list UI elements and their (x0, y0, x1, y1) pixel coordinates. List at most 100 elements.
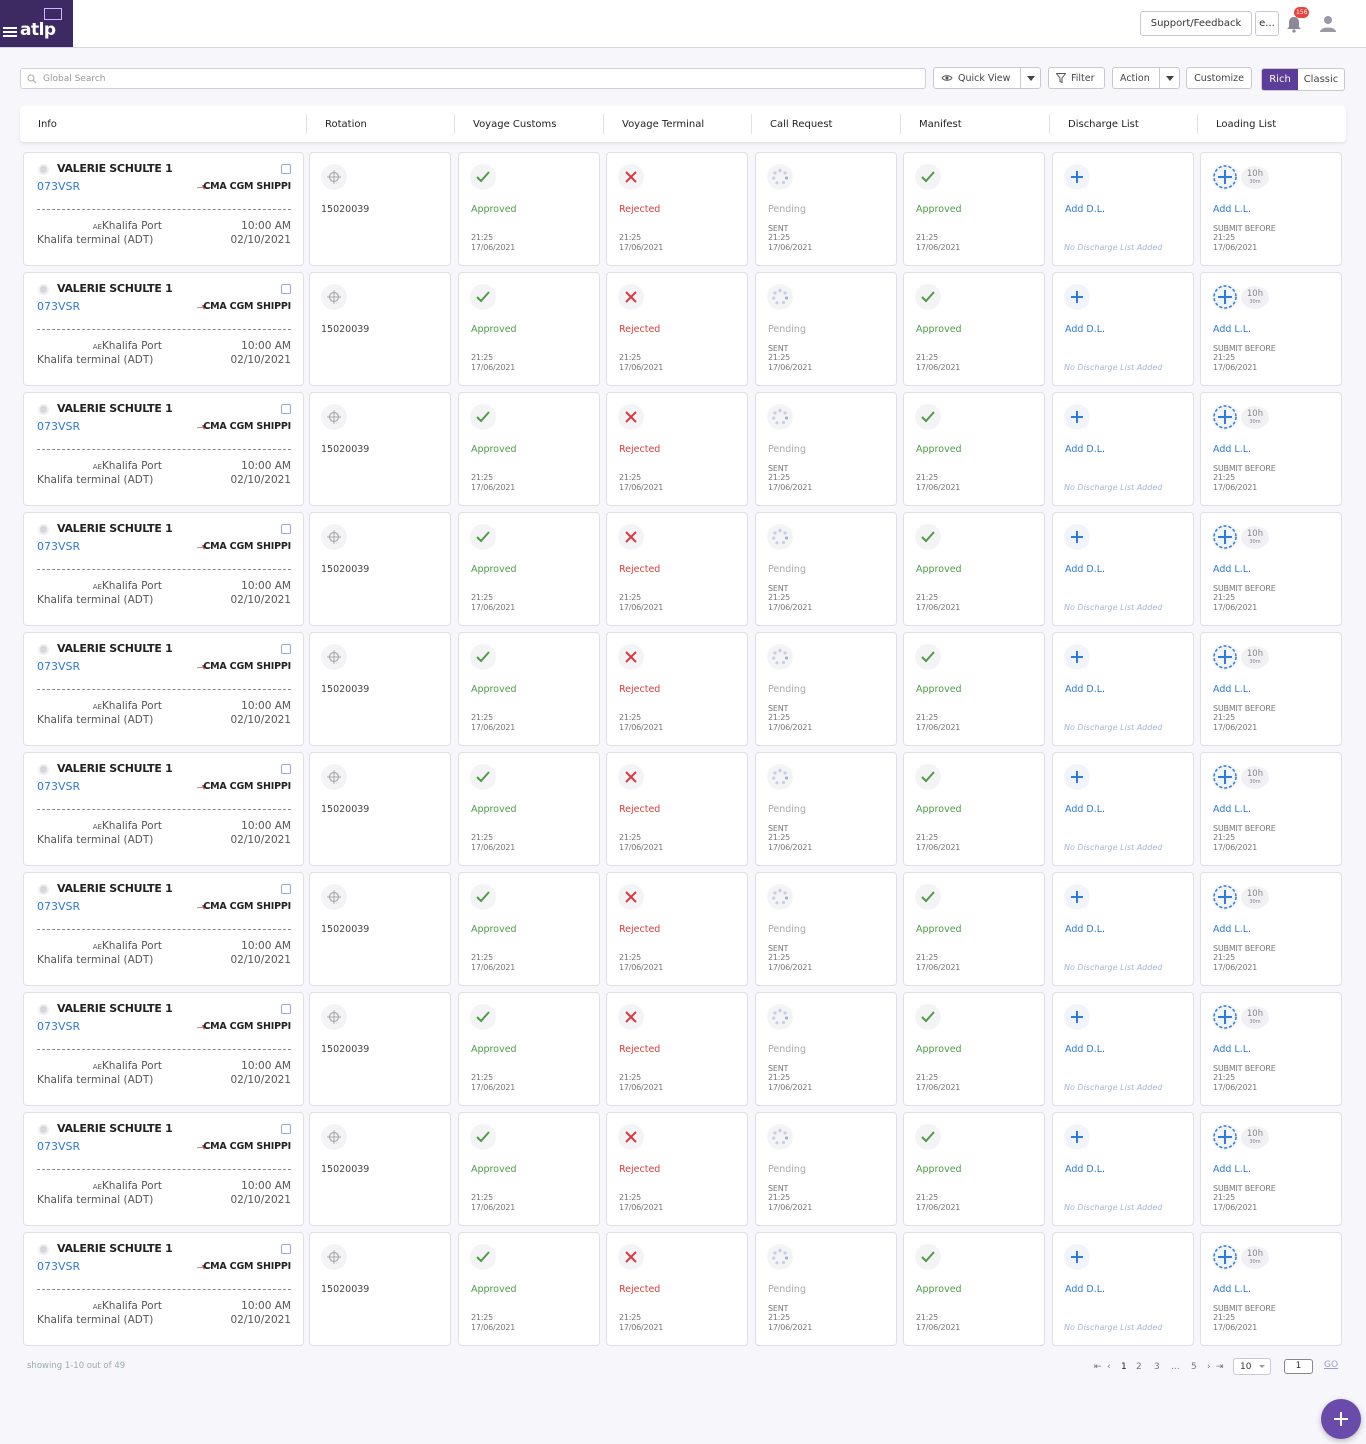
info-card[interactable]: VALERIE SCHULTE 1 073VSR CMA CGM SHIPPI … (23, 1232, 304, 1346)
rotation-number[interactable]: 15020039 (321, 564, 369, 575)
rotation-number[interactable]: 15020039 (321, 684, 369, 695)
row-checkbox[interactable] (281, 404, 291, 414)
rotation-card[interactable]: 15020039 (309, 872, 451, 986)
vessel-name[interactable]: VALERIE SCHULTE 1 (57, 1242, 173, 1255)
rotation-card[interactable]: 15020039 (309, 992, 451, 1106)
voyage-code-link[interactable]: 073VSR (37, 660, 80, 673)
add-ll-link[interactable]: Add L.L. (1213, 684, 1251, 695)
call-request-card[interactable]: Pending SENT 21:25 17/06/2021 (755, 392, 897, 506)
plus-dashed-icon[interactable] (1212, 524, 1238, 550)
info-card[interactable]: VALERIE SCHULTE 1 073VSR CMA CGM SHIPPI … (23, 512, 304, 626)
prev-page-icon[interactable]: ‹ (1107, 1362, 1111, 1372)
row-checkbox[interactable] (281, 164, 291, 174)
loading-list-card[interactable]: 10h 30m Add L.L. SUBMIT BEFORE 21:25 17/06/… (1200, 1112, 1342, 1226)
action-caret[interactable] (1159, 68, 1179, 88)
plus-dashed-icon[interactable] (1212, 1124, 1238, 1150)
support-feedback-button[interactable]: Support/Feedback (1140, 11, 1252, 36)
plus-icon[interactable] (1064, 404, 1090, 430)
info-card[interactable]: VALERIE SCHULTE 1 073VSR CMA CGM SHIPPI … (23, 632, 304, 746)
voyage-customs-card[interactable]: Approved 21:25 17/06/2021 (458, 1112, 600, 1226)
rotation-card[interactable]: 15020039 (309, 1232, 451, 1346)
page-1-link[interactable]: 1 (1121, 1362, 1127, 1372)
page-3-link[interactable]: 3 (1154, 1362, 1160, 1372)
voyage-code-link[interactable]: 073VSR (37, 780, 80, 793)
plus-icon[interactable] (1064, 764, 1090, 790)
plus-dashed-icon[interactable] (1212, 164, 1238, 190)
view-classic-button[interactable]: Classic (1298, 69, 1344, 90)
discharge-list-card[interactable]: Add D.L. No Discharge List Added (1052, 632, 1194, 746)
info-card[interactable]: VALERIE SCHULTE 1 073VSR CMA CGM SHIPPI … (23, 272, 304, 386)
plus-icon[interactable] (1064, 524, 1090, 550)
manifest-card[interactable]: Approved 21:25 17/06/2021 (903, 512, 1045, 626)
voyage-customs-card[interactable]: Approved 21:25 17/06/2021 (458, 152, 600, 266)
voyage-code-link[interactable]: 073VSR (37, 300, 80, 313)
quick-view-dropdown[interactable]: Quick View (933, 67, 1041, 89)
voyage-code-link[interactable]: 073VSR (37, 1260, 80, 1273)
user-avatar-icon[interactable] (1319, 14, 1337, 32)
last-page-icon[interactable]: ⇥ (1216, 1362, 1224, 1372)
discharge-list-card[interactable]: Add D.L. No Discharge List Added (1052, 1232, 1194, 1346)
loading-list-card[interactable]: 10h 30m Add L.L. SUBMIT BEFORE 21:25 17/06/… (1200, 872, 1342, 986)
row-checkbox[interactable] (281, 884, 291, 894)
rotation-number[interactable]: 15020039 (321, 324, 369, 335)
plus-icon[interactable] (1064, 1004, 1090, 1030)
info-card[interactable]: VALERIE SCHULTE 1 073VSR CMA CGM SHIPPI … (23, 1112, 304, 1226)
voyage-terminal-card[interactable]: Rejected 21:25 17/06/2021 (606, 512, 748, 626)
add-ll-link[interactable]: Add L.L. (1213, 1284, 1251, 1295)
page-size-select[interactable]: 10 (1233, 1358, 1271, 1375)
discharge-list-card[interactable]: Add D.L. No Discharge List Added (1052, 872, 1194, 986)
voyage-code-link[interactable]: 073VSR (37, 180, 80, 193)
voyage-customs-card[interactable]: Approved 21:25 17/06/2021 (458, 872, 600, 986)
add-dl-link[interactable]: Add D.L. (1065, 204, 1105, 215)
manifest-card[interactable]: Approved 21:25 17/06/2021 (903, 392, 1045, 506)
discharge-list-card[interactable]: Add D.L. No Discharge List Added (1052, 1112, 1194, 1226)
voyage-code-link[interactable]: 073VSR (37, 900, 80, 913)
plus-dashed-icon[interactable] (1212, 1004, 1238, 1030)
filter-button[interactable]: Filter (1048, 67, 1105, 89)
voyage-terminal-card[interactable]: Rejected 21:25 17/06/2021 (606, 1112, 748, 1226)
row-checkbox[interactable] (281, 1004, 291, 1014)
go-button[interactable]: GO (1324, 1360, 1338, 1370)
vessel-name[interactable]: VALERIE SCHULTE 1 (57, 402, 173, 415)
vessel-name[interactable]: VALERIE SCHULTE 1 (57, 642, 173, 655)
vessel-name[interactable]: VALERIE SCHULTE 1 (57, 762, 173, 775)
info-card[interactable]: VALERIE SCHULTE 1 073VSR CMA CGM SHIPPI … (23, 152, 304, 266)
call-request-card[interactable]: Pending SENT 21:25 17/06/2021 (755, 512, 897, 626)
column-header-rotation[interactable]: Rotation (325, 106, 367, 142)
plus-icon[interactable] (1064, 1124, 1090, 1150)
info-card[interactable]: VALERIE SCHULTE 1 073VSR CMA CGM SHIPPI … (23, 752, 304, 866)
add-fab-button[interactable] (1321, 1399, 1361, 1439)
add-dl-link[interactable]: Add D.L. (1065, 684, 1105, 695)
info-card[interactable]: VALERIE SCHULTE 1 073VSR CMA CGM SHIPPI … (23, 392, 304, 506)
manifest-card[interactable]: Approved 21:25 17/06/2021 (903, 872, 1045, 986)
rotation-number[interactable]: 15020039 (321, 1044, 369, 1055)
view-rich-button[interactable]: Rich (1262, 69, 1298, 90)
vessel-name[interactable]: VALERIE SCHULTE 1 (57, 282, 173, 295)
row-checkbox[interactable] (281, 644, 291, 654)
vessel-name[interactable]: VALERIE SCHULTE 1 (57, 1122, 173, 1135)
row-checkbox[interactable] (281, 1244, 291, 1254)
voyage-terminal-card[interactable]: Rejected 21:25 17/06/2021 (606, 752, 748, 866)
add-ll-link[interactable]: Add L.L. (1213, 1044, 1251, 1055)
plus-icon[interactable] (1064, 884, 1090, 910)
voyage-code-link[interactable]: 073VSR (37, 540, 80, 553)
customize-button[interactable]: Customize (1186, 67, 1252, 89)
column-header-loading-list[interactable]: Loading List (1216, 106, 1276, 142)
page-5-link[interactable]: 5 (1191, 1362, 1197, 1372)
voyage-terminal-card[interactable]: Rejected 21:25 17/06/2021 (606, 152, 748, 266)
voyage-customs-card[interactable]: Approved 21:25 17/06/2021 (458, 1232, 600, 1346)
call-request-card[interactable]: Pending SENT 21:25 17/06/2021 (755, 152, 897, 266)
column-header-discharge-list[interactable]: Discharge List (1068, 106, 1139, 142)
page-number-input[interactable]: 1 (1284, 1359, 1313, 1374)
column-header-call-request[interactable]: Call Request (770, 106, 832, 142)
manifest-card[interactable]: Approved 21:25 17/06/2021 (903, 992, 1045, 1106)
voyage-terminal-card[interactable]: Rejected 21:25 17/06/2021 (606, 632, 748, 746)
add-dl-link[interactable]: Add D.L. (1065, 564, 1105, 575)
add-dl-link[interactable]: Add D.L. (1065, 444, 1105, 455)
voyage-customs-card[interactable]: Approved 21:25 17/06/2021 (458, 272, 600, 386)
call-request-card[interactable]: Pending SENT 21:25 17/06/2021 (755, 752, 897, 866)
menu-icon[interactable] (3, 27, 17, 37)
page-2-link[interactable]: 2 (1136, 1362, 1142, 1372)
loading-list-card[interactable]: 10h 30m Add L.L. SUBMIT BEFORE 21:25 17/06/… (1200, 992, 1342, 1106)
voyage-terminal-card[interactable]: Rejected 21:25 17/06/2021 (606, 1232, 748, 1346)
